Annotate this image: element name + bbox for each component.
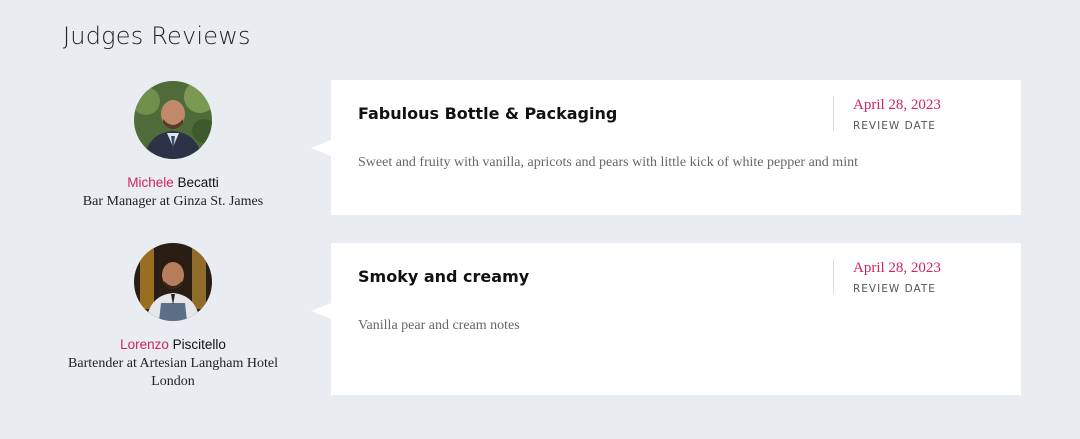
review-date-block: April 28, 2023 REVIEW DATE xyxy=(833,259,941,295)
judge-name: Lorenzo Piscitello xyxy=(58,337,288,352)
review-date-block: April 28, 2023 REVIEW DATE xyxy=(833,96,941,132)
judge-role: Bar Manager at Ginza St. James xyxy=(82,194,264,209)
judge-first-name: Lorenzo xyxy=(120,337,169,352)
review-card: Smoky and creamy April 28, 2023 REVIEW D… xyxy=(311,243,1021,395)
review-title: Smoky and creamy xyxy=(358,267,530,286)
review-date-label: REVIEW DATE xyxy=(853,120,936,132)
judge-first-name: Michele xyxy=(127,175,174,190)
judge-role: Bartender at Artesian Langham Hotel Lond… xyxy=(68,356,278,389)
judge-avatar xyxy=(134,243,212,321)
judge-last-name: Becatti xyxy=(177,175,219,190)
judge-avatar xyxy=(134,81,212,159)
review-card: Fabulous Bottle & Packaging April 28, 20… xyxy=(311,80,1021,215)
review-title: Fabulous Bottle & Packaging xyxy=(358,104,618,123)
judge-last-name: Piscitello xyxy=(172,337,226,352)
judge-name: Michele Becatti xyxy=(58,175,288,190)
review-date-label: REVIEW DATE xyxy=(853,283,936,295)
review-text: Sweet and fruity with vanilla, apricots … xyxy=(358,155,858,170)
review-text: Vanilla pear and cream notes xyxy=(358,318,520,333)
review-date: April 28, 2023 xyxy=(853,260,941,276)
section-title: Judges Reviews xyxy=(63,22,251,50)
judge-profile: Michele Becatti Bar Manager at Ginza St.… xyxy=(58,81,288,211)
judge-profile: Lorenzo Piscitello Bartender at Artesian… xyxy=(58,243,288,391)
review-date: April 28, 2023 xyxy=(853,97,941,113)
